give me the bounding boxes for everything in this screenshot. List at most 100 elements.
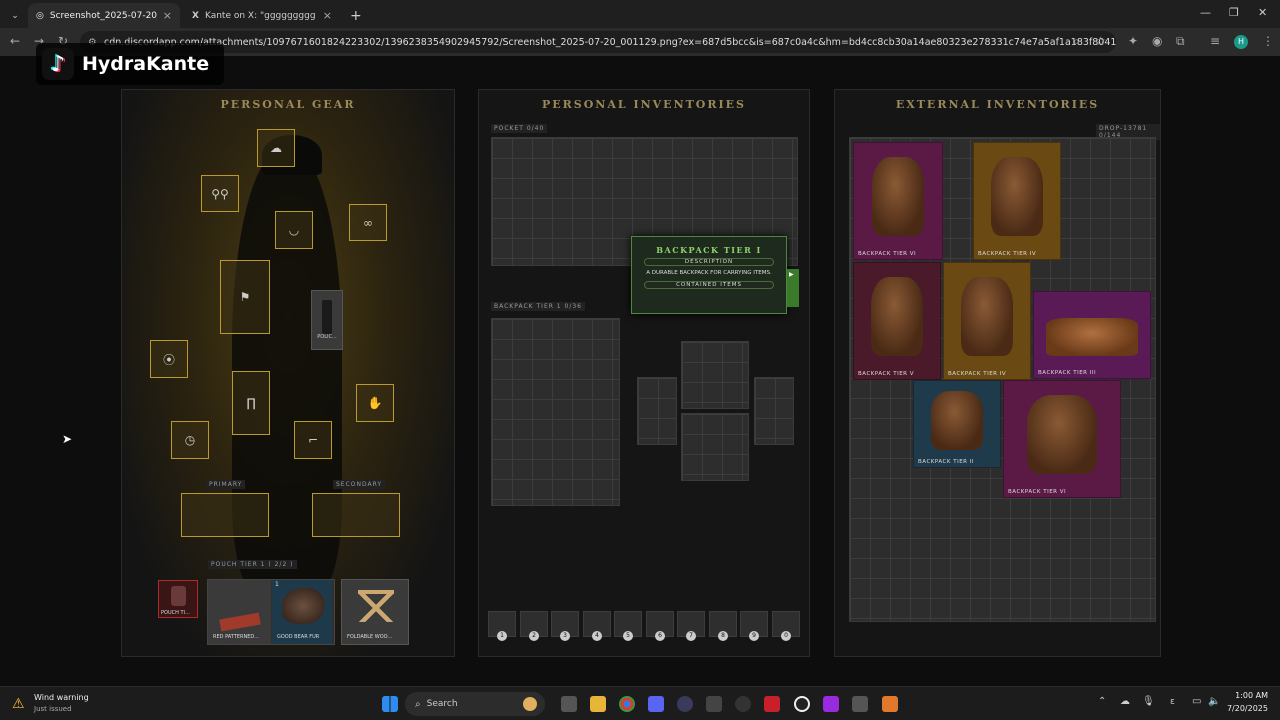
address-bar[interactable]: ⚙ cdn.discordapp.com/attachments/1097671… [80, 31, 1116, 53]
globe-icon: ◎ [36, 10, 44, 21]
clock-time[interactable]: 1:00 AM [1228, 691, 1268, 700]
primary-weapon-slot[interactable] [181, 493, 269, 537]
rope-slot[interactable]: ⦿ [150, 340, 188, 378]
hotbar-slot[interactable]: 0 [772, 611, 800, 641]
backpack-item[interactable]: BACKPACK TIER II [913, 380, 1001, 468]
backpack-item[interactable]: BACKPACK TIER IV [973, 142, 1061, 260]
extensions-puzzle-icon[interactable]: ⧉ [1176, 34, 1185, 49]
bookmark-star-icon[interactable]: ☆ [1095, 34, 1106, 48]
app-icon[interactable] [764, 696, 780, 712]
back-icon[interactable]: ← [10, 34, 20, 48]
taskbar-search[interactable]: ⌕ Search [405, 692, 545, 716]
chrome-icon[interactable] [619, 696, 635, 712]
backpack-item[interactable]: BACKPACK TIER IV [943, 262, 1031, 380]
tab-screenshot[interactable]: ◎ Screenshot_2025-07-20_00112 × [28, 3, 180, 28]
app-icon[interactable] [735, 696, 751, 712]
secondary-weapon-slot[interactable] [312, 493, 400, 537]
file-explorer-icon[interactable] [590, 696, 606, 712]
boots-slot[interactable]: ⌐ [294, 421, 332, 459]
tab-list-button[interactable]: ⌄ [6, 3, 24, 28]
windows-start-icon[interactable] [382, 696, 398, 712]
close-window-icon[interactable]: ✕ [1258, 6, 1267, 19]
profile-avatar[interactable]: H [1234, 35, 1248, 49]
chevron-up-icon[interactable]: ⌃ [1098, 696, 1106, 707]
earrings-icon: ⚲⚲ [211, 186, 229, 201]
backpack-item[interactable]: BACKPACK TIER III [1033, 291, 1151, 379]
panel-title: PERSONAL GEAR [220, 98, 356, 111]
windows-taskbar: ⚠ Wind warning Just issued ⌕ Search ⌃ ☁ … [0, 686, 1280, 720]
clock-date[interactable]: 7/20/2025 [1222, 704, 1268, 713]
app-icon[interactable] [794, 696, 810, 712]
hotbar-slot[interactable]: 6 [646, 611, 674, 641]
tooltip-arrow-button[interactable]: ▶ [787, 269, 799, 307]
task-view-icon[interactable] [561, 696, 577, 712]
hotbar-slot[interactable]: 2 [520, 611, 548, 641]
tab-x[interactable]: X Kante on X: "gggggggggggg × [184, 3, 340, 28]
secondary-tag: SECONDARY [333, 480, 386, 489]
item-label: BACKPACK TIER VI [858, 251, 917, 257]
new-tab-button[interactable]: + [342, 3, 364, 28]
tooltip-title: BACKPACK TIER I [656, 245, 762, 255]
torso-slot[interactable]: ⚑ [220, 260, 270, 334]
backpack-item[interactable]: BACKPACK TIER V [853, 262, 941, 380]
hotbar-slot[interactable]: 4 [583, 611, 611, 641]
item-label: GOOD BEAR FUR [277, 634, 320, 640]
menu-icon[interactable]: ⋮ [1262, 34, 1274, 48]
streamer-overlay: ♪ HydraKante [36, 43, 224, 85]
network-off-icon[interactable]: ☁ [1120, 696, 1130, 707]
minimize-icon[interactable]: — [1200, 6, 1211, 19]
backpack-icon [961, 276, 1013, 356]
hotbar-slot[interactable]: 8 [709, 611, 737, 641]
microphone-icon[interactable]: 🎙 [1142, 696, 1155, 707]
radio-slot[interactable]: POLIC... [311, 290, 343, 350]
pouch-item-bear-fur[interactable]: 1 GOOD BEAR FUR [272, 580, 332, 644]
url-text: cdn.discordapp.com/attachments/109767160… [104, 36, 1116, 48]
pouch-item-red-patterned[interactable]: RED PATTERNED... [208, 580, 271, 644]
app-icon[interactable] [677, 696, 693, 712]
watch-slot[interactable]: ◷ [171, 421, 209, 459]
item-label: RED PATTERNED... [213, 634, 259, 640]
equip-slot-top[interactable] [681, 341, 749, 409]
glasses-slot[interactable]: ∞ [349, 204, 387, 241]
app-icon[interactable] [823, 696, 839, 712]
backpack-icon [991, 156, 1043, 236]
pouch-slot[interactable]: POUCH TI... [158, 580, 198, 618]
display-icon[interactable]: ▭ [1192, 696, 1201, 707]
gloves-slot[interactable]: ✋ [356, 384, 394, 422]
app-icon[interactable] [852, 696, 868, 712]
zoom-icon[interactable]: ⌕ [1073, 34, 1080, 49]
streamer-name: HydraKante [82, 53, 210, 75]
hotbar-slot[interactable]: 7 [677, 611, 705, 641]
backpack-grid[interactable] [491, 318, 620, 506]
earring-slot[interactable]: ⚲⚲ [201, 175, 239, 212]
arrow-right-icon: ▶ [789, 271, 794, 278]
equip-slot-right[interactable] [754, 377, 794, 445]
backpack-item[interactable]: BACKPACK TIER VI [1003, 380, 1121, 498]
backpack-item[interactable]: BACKPACK TIER VI [853, 142, 943, 260]
necklace-slot[interactable]: ◡ [275, 211, 313, 249]
app-icon[interactable] [882, 696, 898, 712]
language-indicator[interactable]: ε [1170, 697, 1175, 707]
extension-icon[interactable]: ◉ [1152, 34, 1162, 48]
equip-slot-bottom[interactable] [681, 413, 749, 481]
search-label: Search [426, 699, 458, 709]
hat-slot[interactable]: ☁ [257, 129, 295, 167]
close-icon[interactable]: × [163, 9, 172, 22]
weather-widget[interactable]: ⚠ Wind warning Just issued [12, 692, 92, 718]
restore-icon[interactable]: ❐ [1229, 6, 1239, 19]
volume-icon[interactable]: 🔈 [1208, 696, 1220, 707]
hotbar-slot[interactable]: 1 [488, 611, 516, 641]
close-icon[interactable]: × [323, 9, 332, 22]
shirt-icon: ⚑ [239, 290, 251, 304]
media-icon[interactable]: ≡ [1210, 34, 1220, 48]
app-icon[interactable] [706, 696, 722, 712]
discord-icon[interactable] [648, 696, 664, 712]
hotbar-slot[interactable]: 5 [614, 611, 642, 641]
panel-title: PERSONAL INVENTORIES [541, 98, 747, 111]
hotbar-slot[interactable]: 3 [551, 611, 579, 641]
legs-slot[interactable]: ∏ [232, 371, 270, 435]
hotbar-slot[interactable]: 9 [740, 611, 768, 641]
equip-slot-left[interactable] [637, 377, 677, 445]
pouch-item-foldable-stool[interactable]: FOLDABLE WOO... [341, 579, 409, 645]
extension-icon[interactable]: ✦ [1128, 34, 1138, 48]
